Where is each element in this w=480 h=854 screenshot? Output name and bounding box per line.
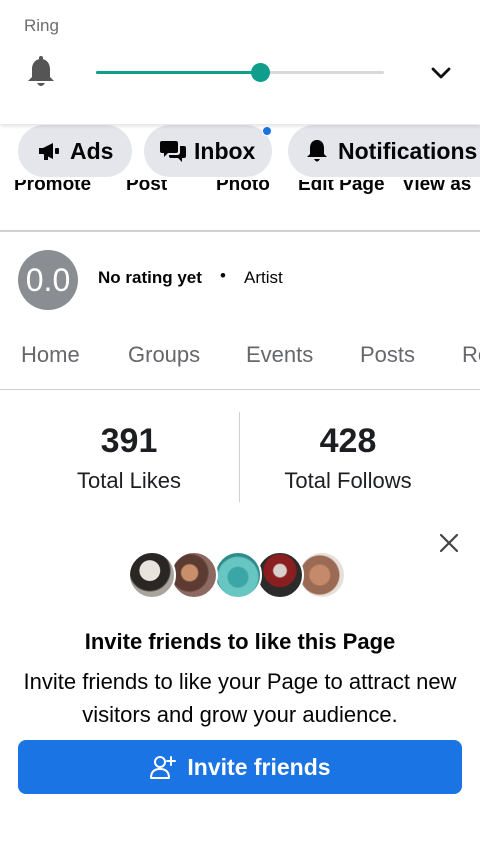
notifications-button[interactable]: Notifications [288, 125, 480, 177]
avatar [298, 551, 346, 599]
avatar [170, 551, 218, 599]
ads-button[interactable]: Ads [18, 125, 132, 177]
total-follows-count: 428 [319, 422, 377, 460]
page-category: Artist [244, 268, 283, 287]
inbox-unread-dot [262, 126, 272, 136]
tab-reviews[interactable]: Re [462, 342, 480, 368]
tabs-divider [0, 389, 480, 390]
invite-friends-label: Invite friends [187, 753, 331, 780]
avatar [256, 551, 304, 599]
post-label[interactable]: Post [126, 180, 167, 196]
ads-label: Ads [70, 137, 114, 164]
volume-label: Ring [24, 16, 59, 35]
tab-home[interactable]: Home [21, 342, 80, 368]
view-as-label[interactable]: View as [402, 180, 471, 196]
page-tools-labels: Promote Post Photo Edit Page View as [0, 180, 480, 204]
tab-groups[interactable]: Groups [128, 342, 200, 368]
total-likes-label: Total Likes [77, 468, 181, 493]
close-icon[interactable] [436, 530, 462, 556]
volume-slider-thumb[interactable] [251, 63, 271, 82]
total-follows-label: Total Follows [284, 468, 412, 493]
photo-label[interactable]: Photo [216, 180, 270, 196]
page-tabs: Home Groups Events Posts Re [0, 330, 480, 380]
separator-dot: • [220, 266, 226, 285]
notifications-label: Notifications [338, 137, 478, 164]
rating-text: No rating yet [98, 268, 202, 287]
inbox-label: Inbox [194, 137, 256, 164]
tab-posts[interactable]: Posts [360, 342, 415, 368]
bell-icon [302, 136, 332, 166]
tab-events[interactable]: Events [246, 342, 313, 368]
edit-page-label[interactable]: Edit Page [298, 180, 385, 196]
invite-friends-button[interactable]: Invite friends [18, 740, 462, 794]
stats-divider [239, 412, 240, 502]
avatar [128, 551, 176, 599]
volume-slider-fill [96, 71, 261, 74]
volume-slider[interactable] [96, 63, 384, 82]
add-person-icon [149, 753, 177, 781]
invite-description: Invite friends to like your Page to attr… [23, 669, 457, 727]
invite-title: Invite friends to like this Page [84, 629, 396, 654]
chevron-down-icon[interactable] [428, 62, 454, 84]
bell-icon[interactable] [26, 56, 56, 90]
total-likes-count: 391 [100, 422, 158, 460]
megaphone-icon [34, 136, 64, 166]
section-divider [0, 230, 480, 232]
inbox-button[interactable]: Inbox [144, 125, 272, 177]
promote-label[interactable]: Promote [14, 180, 91, 196]
ring-volume-panel: Ring [0, 0, 480, 124]
page-actions-row: Ads Inbox Notifications [0, 124, 480, 180]
friend-avatars [128, 551, 348, 601]
rating-badge: 0.0 [18, 250, 78, 310]
avatar [214, 551, 262, 599]
chat-bubbles-icon [158, 136, 188, 166]
